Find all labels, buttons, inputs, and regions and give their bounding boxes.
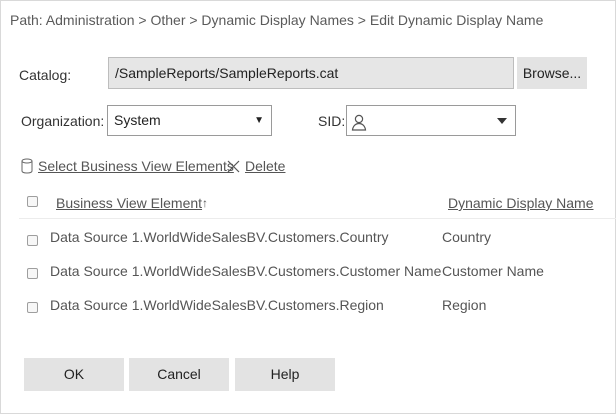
row-display-name: Country (442, 229, 492, 245)
select-business-view-elements-link[interactable]: Select Business View Elements (38, 158, 234, 174)
row-element: Data Source 1.WorldWideSalesBV.Customers… (50, 297, 384, 313)
close-icon[interactable] (227, 160, 240, 176)
caret-down-icon: ▼ (254, 115, 264, 126)
breadcrumb: Path: Administration > Other > Dynamic D… (10, 12, 544, 28)
dialog-frame: Path: Administration > Other > Dynamic D… (0, 0, 616, 414)
organization-label: Organization: (21, 113, 105, 129)
catalog-label: Catalog: (19, 67, 72, 83)
row-display-name: Region (442, 297, 487, 313)
sort-arrow-up-icon: ↑ (202, 196, 208, 210)
browse-button[interactable]: Browse... (517, 57, 587, 89)
row-checkbox[interactable] (27, 235, 38, 246)
organization-selected-value: System (114, 112, 161, 128)
header-divider (19, 218, 616, 219)
catalog-field: /SampleReports/SampleReports.cat (108, 57, 514, 89)
row-element: Data Source 1.WorldWideSalesBV.Customers… (50, 229, 389, 245)
ok-button[interactable]: OK (24, 358, 124, 391)
delete-link[interactable]: Delete (245, 158, 285, 174)
database-icon (21, 158, 33, 177)
organization-select[interactable]: System ▼ (107, 105, 272, 136)
header-business-view-element[interactable]: Business View Element (56, 195, 202, 211)
sid-label: SID: (318, 113, 346, 129)
help-button[interactable]: Help (235, 358, 335, 391)
user-icon (351, 112, 367, 141)
triangle-down-icon (497, 118, 507, 124)
cancel-button[interactable]: Cancel (129, 358, 229, 391)
row-element: Data Source 1.WorldWideSalesBV.Customers… (50, 263, 442, 279)
row-checkbox[interactable] (27, 268, 38, 279)
header-dynamic-display-name[interactable]: Dynamic Display Name (448, 195, 593, 211)
sid-select[interactable] (346, 105, 516, 136)
select-all-checkbox[interactable] (27, 196, 38, 207)
row-checkbox[interactable] (27, 302, 38, 313)
row-display-name: Customer Name (442, 263, 544, 279)
